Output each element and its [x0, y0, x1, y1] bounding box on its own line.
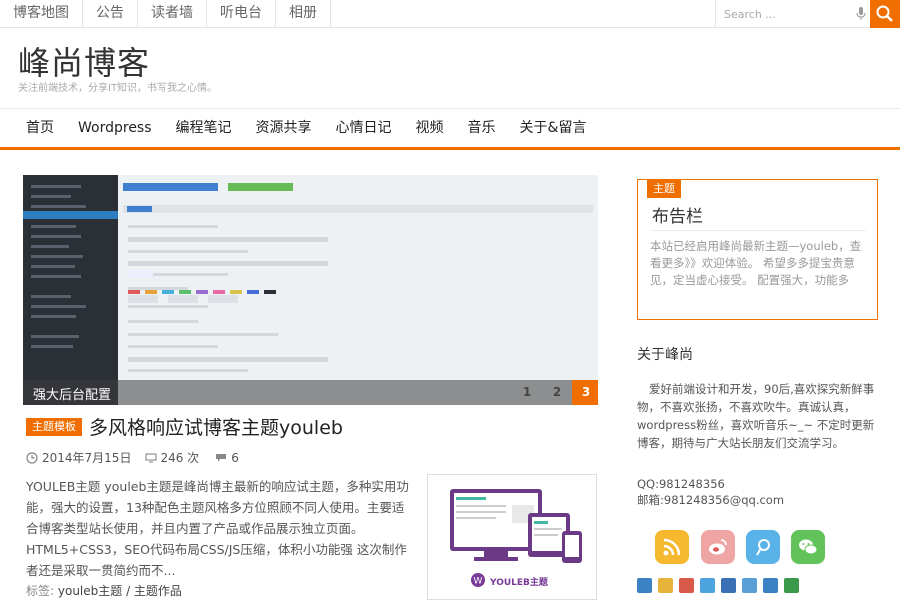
slider-caption-bar: 强大后台配置 1 2 3 [23, 380, 598, 405]
nav-programming-notes[interactable]: 编程笔记 [164, 110, 244, 147]
tencent-weibo-button[interactable] [746, 530, 780, 564]
post-date: 2014年7月15日 [42, 451, 132, 465]
top-link-announcement[interactable]: 公告 [83, 0, 138, 28]
post-thumbnail[interactable]: W YOULEB主题 [427, 474, 597, 600]
nav-diary[interactable]: 心情日记 [324, 110, 404, 147]
share-mail-icon[interactable] [742, 578, 757, 593]
nav-wordpress[interactable]: Wordpress [66, 110, 164, 147]
nav-home[interactable]: 首页 [0, 110, 66, 147]
nav-accent-bar [0, 147, 900, 150]
tags-label: 标签: [26, 584, 55, 598]
header-divider [0, 108, 900, 109]
slider-page-2[interactable]: 2 [543, 380, 571, 405]
notice-title: 布告栏 [652, 207, 703, 227]
search-icon [876, 5, 893, 22]
rss-icon [663, 538, 681, 556]
svg-text:W: W [474, 577, 483, 587]
weibo-button[interactable] [701, 530, 735, 564]
thumbnail-caption: YOULEB主题 [490, 578, 548, 588]
notice-divider [650, 230, 866, 231]
share-row [637, 578, 805, 593]
site-title[interactable]: 峰尚博客 [18, 38, 150, 84]
post-comments[interactable]: 6 [231, 451, 239, 465]
views-icon [145, 452, 158, 463]
share-weibo-icon[interactable] [679, 578, 694, 593]
nav-music[interactable]: 音乐 [456, 110, 508, 147]
post-meta: 2014年7月15日 246 次 6 [26, 449, 245, 466]
notice-text[interactable]: 本站已经启用峰尚最新主题—youleb，查看更多》》欢迎体验。 希望多多提宝贵意… [650, 238, 870, 289]
post-title[interactable]: 多风格响应试博客主题youleb [89, 413, 343, 440]
clock-icon [26, 451, 38, 464]
share-qzone-icon[interactable] [658, 578, 673, 593]
nav-about[interactable]: 关于&留言 [508, 110, 599, 147]
notice-widget: 主题 布告栏 本站已经启用峰尚最新主题—youleb，查看更多》》欢迎体验。 希… [637, 179, 878, 320]
search-input[interactable] [724, 4, 849, 24]
notice-tag: 主题 [647, 180, 681, 198]
post-views: 246 次 [160, 451, 200, 465]
main-nav: 首页 Wordpress 编程笔记 资源共享 心情日记 视频 音乐 关于&留言 [0, 110, 900, 147]
share-douban-icon[interactable] [784, 578, 799, 593]
contact-info: QQ:981248356 邮箱:981248356@qq.com [637, 476, 784, 508]
slider-page-3[interactable]: 3 [572, 380, 598, 405]
weibo-icon [709, 539, 727, 555]
top-link-sitemap[interactable]: 博客地图 [0, 0, 83, 28]
contact-qq: QQ:981248356 [637, 477, 725, 491]
post-excerpt: YOULEB主题 youleb主题是峰尚博主最新的响应试主题，多种实用功能，强大… [26, 479, 409, 578]
share-tqq-icon[interactable] [700, 578, 715, 593]
about-title: 关于峰尚 [637, 347, 693, 363]
slide-screenshot [23, 175, 593, 405]
share-plus-icon[interactable] [637, 578, 652, 593]
tencent-weibo-icon [756, 539, 770, 556]
top-link-radio[interactable]: 听电台 [207, 0, 276, 28]
tags-links[interactable]: youleb主题 / 主题作品 [58, 584, 182, 598]
slider-page-1[interactable]: 1 [513, 380, 541, 405]
rss-button[interactable] [655, 530, 689, 564]
microphone-icon[interactable] [856, 7, 866, 21]
featured-slider[interactable]: 强大后台配置 1 2 3 [23, 175, 598, 405]
top-links: 博客地图 公告 读者墙 听电台 相册 [0, 0, 331, 28]
search-button[interactable] [870, 0, 900, 28]
top-link-album[interactable]: 相册 [276, 0, 331, 28]
share-renren-icon[interactable] [721, 578, 736, 593]
post-tags: 标签: youleb主题 / 主题作品 [26, 582, 182, 599]
site-description: 关注前端技术，分享IT知识，书写我之心情。 [18, 83, 218, 94]
nav-video[interactable]: 视频 [404, 110, 456, 147]
about-text: 爱好前端设计和开发，90后,喜欢探究新鲜事物，不喜欢张扬，不喜欢吹牛。真诚认真，… [637, 382, 875, 450]
contact-email: 邮箱:981248356@qq.com [637, 493, 785, 507]
slider-caption[interactable]: 强大后台配置 [33, 384, 111, 403]
comment-icon [216, 453, 227, 462]
top-link-readers[interactable]: 读者墙 [138, 0, 207, 28]
post-category-badge[interactable]: 主题模板 [26, 418, 82, 436]
share-kaixin-icon[interactable] [763, 578, 778, 593]
top-bar: 博客地图 公告 读者墙 听电台 相册 [0, 0, 900, 28]
nav-resources[interactable]: 资源共享 [244, 110, 324, 147]
wechat-button[interactable] [791, 530, 825, 564]
wechat-icon [799, 539, 818, 555]
search-box [715, 0, 870, 28]
